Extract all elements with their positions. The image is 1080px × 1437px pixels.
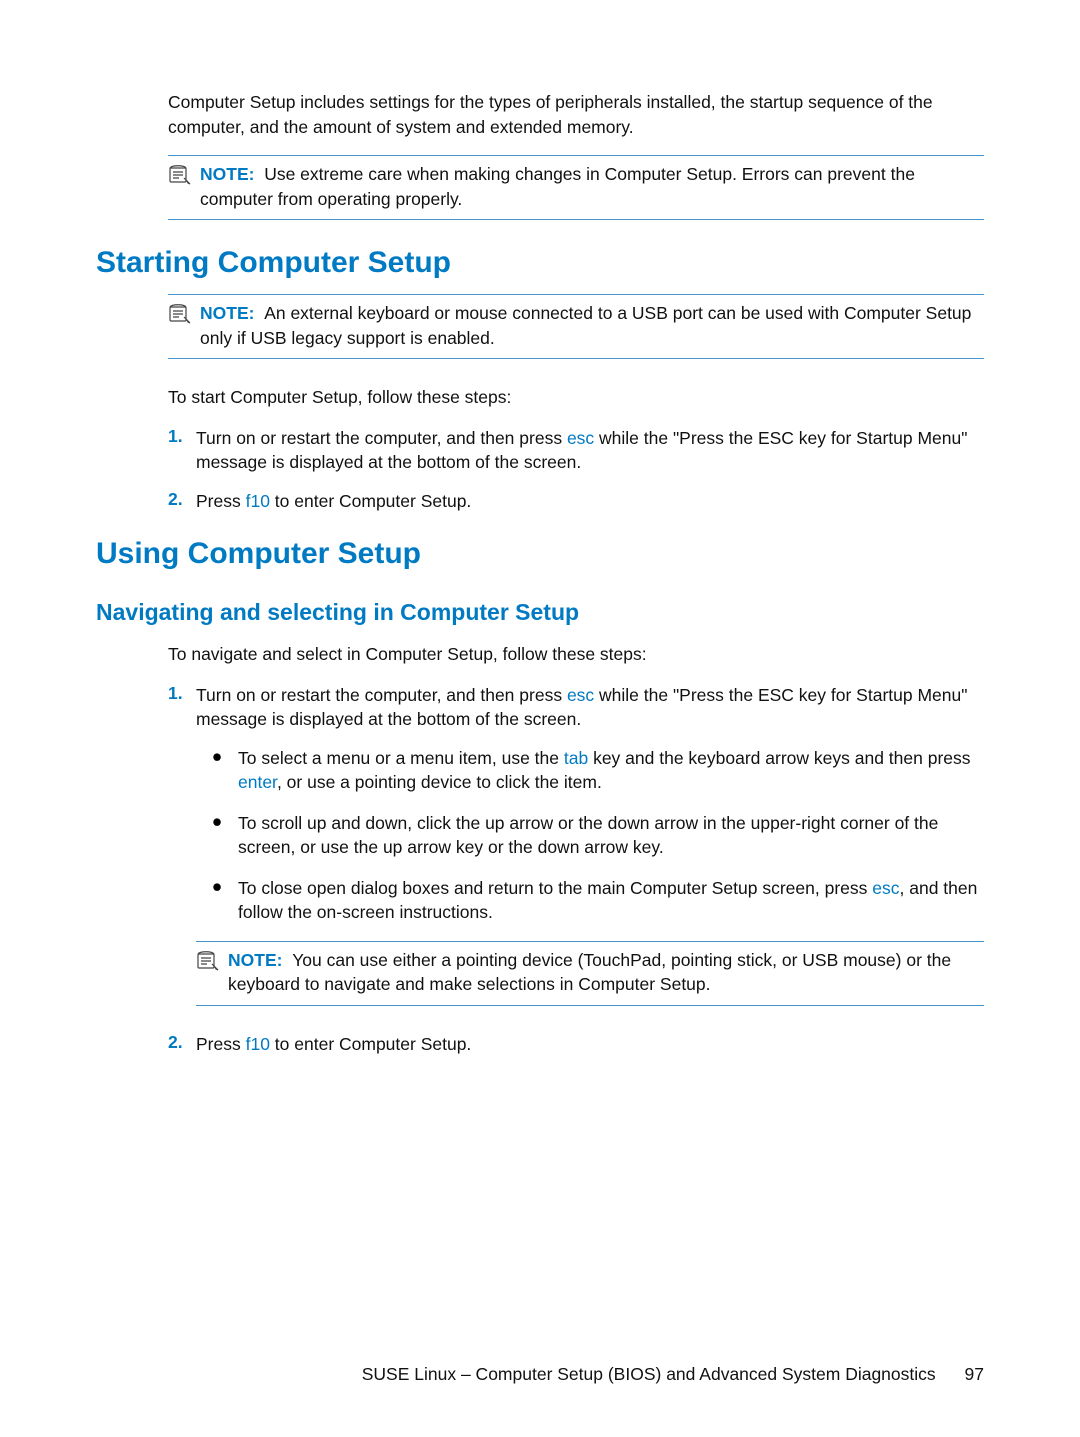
key-tab: tab	[564, 748, 588, 768]
step-marker: 1.	[168, 426, 196, 475]
key-f10: f10	[246, 1034, 270, 1054]
document-page: Computer Setup includes settings for the…	[0, 0, 1080, 1437]
text-run: key and the keyboard arrow keys and then…	[588, 748, 970, 768]
ordered-step: 1. Turn on or restart the computer, and …	[168, 683, 984, 732]
step-body: Turn on or restart the computer, and the…	[196, 683, 984, 732]
key-esc: esc	[567, 428, 594, 448]
step-marker: 2.	[168, 489, 196, 514]
bullet-body: To close open dialog boxes and return to…	[238, 876, 984, 925]
note-icon	[168, 303, 194, 330]
bullet-item: ● To select a menu or a menu item, use t…	[196, 746, 984, 795]
heading-starting-computer-setup: Starting Computer Setup	[96, 246, 984, 280]
key-f10: f10	[246, 491, 270, 511]
footer-text: SUSE Linux – Computer Setup (BIOS) and A…	[362, 1364, 936, 1384]
note-text: NOTE: Use extreme care when making chang…	[200, 162, 984, 211]
text-run: Turn on or restart the computer, and the…	[196, 428, 567, 448]
intro-paragraph: Computer Setup includes settings for the…	[168, 90, 984, 139]
key-esc: esc	[567, 685, 594, 705]
text-run: Press	[196, 1034, 246, 1054]
text-run: To select a menu or a menu item, use the	[238, 748, 564, 768]
text-run: to enter Computer Setup.	[270, 491, 471, 511]
text-run: Press	[196, 491, 246, 511]
key-esc: esc	[872, 878, 899, 898]
note-label: NOTE:	[228, 950, 282, 970]
step-body: Press f10 to enter Computer Setup.	[196, 1032, 471, 1057]
note-callout: NOTE: An external keyboard or mouse conn…	[168, 294, 984, 359]
bullet-marker: ●	[196, 876, 238, 925]
step-marker: 2.	[168, 1032, 196, 1057]
bullet-body: To select a menu or a menu item, use the…	[238, 746, 984, 795]
note-icon	[196, 950, 222, 977]
nav-intro: To navigate and select in Computer Setup…	[168, 642, 984, 667]
bullet-marker: ●	[196, 746, 238, 795]
text-run: to enter Computer Setup.	[270, 1034, 471, 1054]
bullet-item: ● To scroll up and down, click the up ar…	[196, 811, 984, 860]
text-run: Turn on or restart the computer, and the…	[196, 685, 567, 705]
bullet-marker: ●	[196, 811, 238, 860]
start-intro: To start Computer Setup, follow these st…	[168, 385, 984, 410]
step-marker: 1.	[168, 683, 196, 732]
step-body: Turn on or restart the computer, and the…	[196, 426, 984, 475]
page-number: 97	[965, 1364, 984, 1384]
text-run: , or use a pointing device to click the …	[277, 772, 602, 792]
note-body: Use extreme care when making changes in …	[200, 164, 915, 209]
heading-navigating-selecting: Navigating and selecting in Computer Set…	[96, 599, 984, 626]
key-enter: enter	[238, 772, 277, 792]
step-body: Press f10 to enter Computer Setup.	[196, 489, 471, 514]
heading-using-computer-setup: Using Computer Setup	[96, 537, 984, 571]
note-label: NOTE:	[200, 303, 254, 323]
note-text: NOTE: An external keyboard or mouse conn…	[200, 301, 984, 350]
ordered-step: 1. Turn on or restart the computer, and …	[168, 426, 984, 475]
text-run: To close open dialog boxes and return to…	[238, 878, 872, 898]
note-callout: NOTE: You can use either a pointing devi…	[196, 941, 984, 1006]
note-text: NOTE: You can use either a pointing devi…	[228, 948, 984, 997]
bullet-item: ● To close open dialog boxes and return …	[196, 876, 984, 925]
ordered-step: 2. Press f10 to enter Computer Setup.	[168, 489, 984, 514]
page-footer: SUSE Linux – Computer Setup (BIOS) and A…	[362, 1364, 984, 1385]
note-body: You can use either a pointing device (To…	[228, 950, 951, 995]
bullet-body: To scroll up and down, click the up arro…	[238, 811, 984, 860]
note-label: NOTE:	[200, 164, 254, 184]
note-callout: NOTE: Use extreme care when making chang…	[168, 155, 984, 220]
ordered-step: 2. Press f10 to enter Computer Setup.	[168, 1032, 984, 1057]
note-body: An external keyboard or mouse connected …	[200, 303, 971, 348]
note-icon	[168, 164, 194, 191]
